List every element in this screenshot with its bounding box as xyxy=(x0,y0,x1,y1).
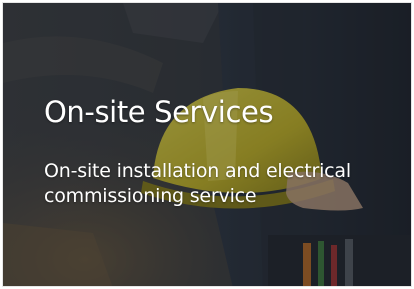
service-card[interactable]: On-site Services On-site installation an… xyxy=(2,2,412,287)
image-dim-overlay xyxy=(3,3,411,286)
card-title: On-site Services xyxy=(44,95,274,129)
card-subtitle: On-site installation and electrical comm… xyxy=(44,160,351,207)
